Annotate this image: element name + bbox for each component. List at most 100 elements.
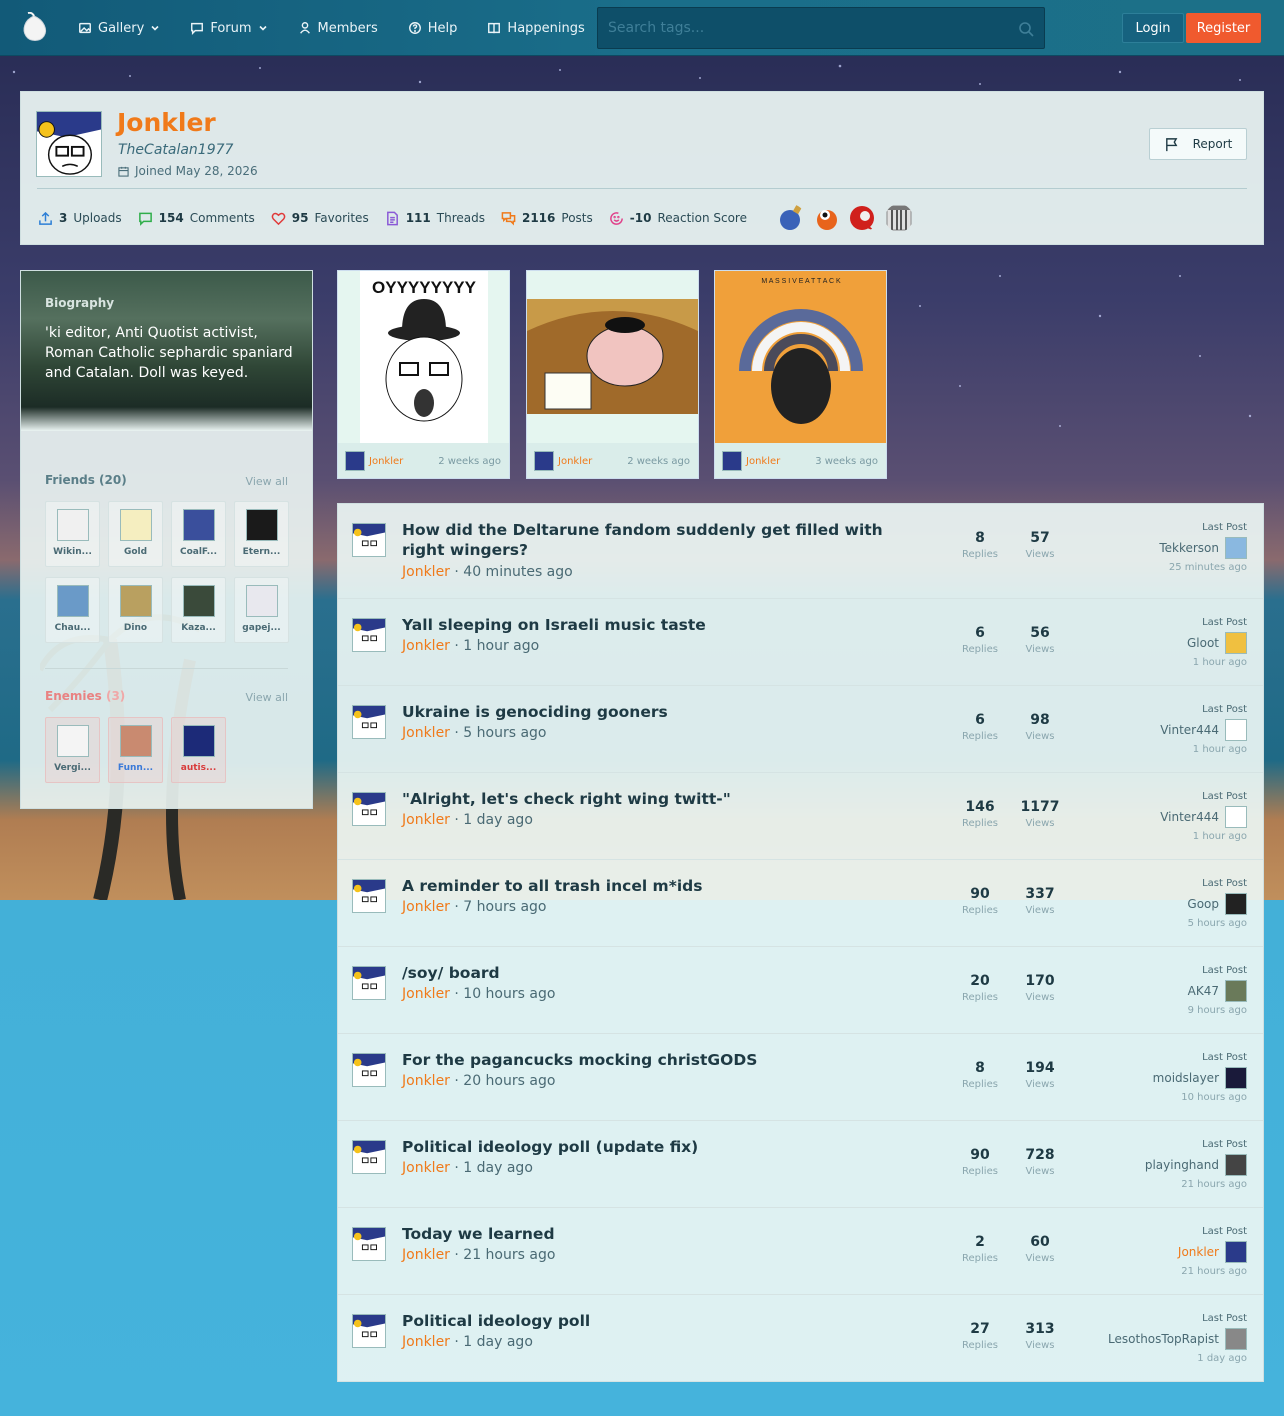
avatar[interactable] — [1225, 1067, 1247, 1089]
thread-title[interactable]: Today we learned — [402, 1224, 922, 1244]
thread-row[interactable]: Political ideology poll (update fix) Jonk… — [338, 1121, 1263, 1208]
nav-forum[interactable]: Forum — [190, 21, 267, 36]
avatar[interactable] — [1225, 719, 1247, 741]
friend-card[interactable]: Kaza... — [171, 577, 226, 643]
jail-trophy-icon[interactable] — [885, 204, 913, 232]
last-post-user[interactable]: Jonkler — [1178, 1245, 1219, 1259]
friends-view-all[interactable]: View all — [246, 475, 288, 488]
thread-title[interactable]: "Alright, let's check right wing twitt-" — [402, 789, 922, 809]
avatar[interactable] — [352, 792, 386, 826]
avatar[interactable] — [1225, 980, 1247, 1002]
thread-author[interactable]: Jonkler — [402, 725, 450, 741]
last-post-user[interactable]: playinghand — [1145, 1158, 1219, 1172]
thread-row[interactable]: A reminder to all trash incel m*ids Jonkl… — [338, 860, 1263, 947]
search-icon[interactable] — [1018, 21, 1034, 37]
thread-author[interactable]: Jonkler — [402, 986, 450, 1002]
thread-title[interactable]: For the pagancucks mocking christGODS — [402, 1050, 922, 1070]
thread-row[interactable]: /soy/ board Jonkler · 10 hours ago 20 Repli… — [338, 947, 1263, 1034]
avatar[interactable] — [352, 879, 386, 913]
search-input[interactable] — [608, 20, 1008, 36]
avatar[interactable] — [1225, 1154, 1247, 1176]
stat-threads[interactable]: 111 Threads — [385, 211, 485, 226]
thread-title[interactable]: How did the Deltarune fandom suddenly ge… — [402, 520, 922, 560]
eye-trophy-icon[interactable] — [813, 204, 841, 232]
friend-card[interactable]: gapej... — [234, 577, 289, 643]
avatar[interactable] — [352, 1314, 386, 1348]
nav-members[interactable]: Members — [298, 21, 378, 36]
enemy-card[interactable]: Vergi... — [45, 717, 100, 783]
thread-row[interactable]: "Alright, let's check right wing twitt-"… — [338, 773, 1263, 860]
thread-row[interactable]: Ukraine is genociding gooners Jonkler · 5… — [338, 686, 1263, 773]
report-button[interactable]: Report — [1149, 128, 1247, 160]
last-post-user[interactable]: Goop — [1187, 897, 1219, 911]
thread-author[interactable]: Jonkler — [402, 1247, 450, 1263]
thread-author[interactable]: Jonkler — [402, 1160, 450, 1176]
avatar[interactable] — [36, 111, 102, 177]
stat-posts[interactable]: 2116 Posts — [501, 211, 593, 226]
stat-comments[interactable]: 154 Comments — [138, 211, 255, 226]
avatar[interactable] — [1225, 1328, 1247, 1350]
thread-row[interactable]: Political ideology poll Jonkler · 1 day a… — [338, 1295, 1263, 1382]
thread-title[interactable]: Political ideology poll (update fix) — [402, 1137, 922, 1157]
enemies-view-all[interactable]: View all — [246, 691, 288, 704]
nav-gallery[interactable]: Gallery — [78, 21, 160, 36]
avatar[interactable] — [1225, 1241, 1247, 1263]
friend-card[interactable]: Wikin... — [45, 501, 100, 567]
last-post-user[interactable]: Vinter444 — [1160, 810, 1219, 824]
site-logo-icon[interactable] — [20, 12, 48, 44]
thread-title[interactable]: Political ideology poll — [402, 1311, 922, 1331]
friend-card[interactable]: CoalF... — [171, 501, 226, 567]
thread-author[interactable]: Jonkler — [402, 564, 450, 580]
friend-card[interactable]: Gold — [108, 501, 163, 567]
bomb-trophy-icon[interactable] — [777, 204, 805, 232]
upload-author[interactable]: Jonkler — [558, 456, 592, 467]
nav-happenings[interactable]: Happenings — [487, 21, 585, 36]
thread-row[interactable]: How did the Deltarune fandom suddenly ge… — [338, 504, 1263, 599]
friend-card[interactable]: Chau... — [45, 577, 100, 643]
avatar[interactable] — [352, 1227, 386, 1261]
thread-title[interactable]: Ukraine is genociding gooners — [402, 702, 922, 722]
speech-trophy-icon[interactable] — [849, 204, 877, 232]
thread-title[interactable]: A reminder to all trash incel m*ids — [402, 876, 922, 896]
avatar[interactable] — [1225, 806, 1247, 828]
login-button[interactable]: Login — [1122, 13, 1184, 43]
last-post-user[interactable]: Tekkerson — [1159, 541, 1219, 555]
last-post-user[interactable]: Vinter444 — [1160, 723, 1219, 737]
avatar[interactable] — [1225, 893, 1247, 915]
upload-card[interactable]: Jonkler 2 weeks ago — [526, 270, 699, 479]
thread-author[interactable]: Jonkler — [402, 1073, 450, 1089]
register-button[interactable]: Register — [1186, 13, 1261, 43]
avatar[interactable] — [352, 1140, 386, 1174]
stat-favorites[interactable]: 95 Favorites — [271, 211, 369, 226]
upload-author[interactable]: Jonkler — [746, 456, 780, 467]
thread-row[interactable]: For the pagancucks mocking christGODS Jon… — [338, 1034, 1263, 1121]
friend-card[interactable]: Dino — [108, 577, 163, 643]
last-post-user[interactable]: LesothosTopRapist — [1108, 1332, 1219, 1346]
avatar[interactable] — [352, 966, 386, 1000]
avatar[interactable] — [1225, 537, 1247, 559]
avatar[interactable] — [352, 523, 386, 557]
last-post-user[interactable]: AK47 — [1188, 984, 1219, 998]
enemy-card[interactable]: autis... — [171, 717, 226, 783]
enemy-card[interactable]: Funn... — [108, 717, 163, 783]
avatar[interactable] — [352, 618, 386, 652]
thread-author[interactable]: Jonkler — [402, 812, 450, 828]
nav-help[interactable]: Help — [408, 21, 457, 36]
thread-author[interactable]: Jonkler — [402, 1334, 450, 1350]
thread-title[interactable]: Yall sleeping on Israeli music taste — [402, 615, 922, 635]
last-post-user[interactable]: moidslayer — [1153, 1071, 1219, 1085]
thread-row[interactable]: Yall sleeping on Israeli music taste Jonk… — [338, 599, 1263, 686]
stat-reaction-score[interactable]: -10 Reaction Score — [609, 211, 747, 226]
avatar[interactable] — [1225, 632, 1247, 654]
thread-author[interactable]: Jonkler — [402, 638, 450, 654]
upload-card[interactable]: M A S S I V E A T T A C K Jonkler 3 weeks… — [714, 270, 887, 479]
upload-card[interactable]: OYYYYYYYY Jonkler 2 weeks ago — [337, 270, 510, 479]
avatar[interactable] — [352, 1053, 386, 1087]
thread-author[interactable]: Jonkler — [402, 899, 450, 915]
stat-uploads[interactable]: 3 Uploads — [38, 211, 122, 226]
upload-author[interactable]: Jonkler — [369, 456, 403, 467]
last-post-user[interactable]: Gloot — [1187, 636, 1219, 650]
thread-title[interactable]: /soy/ board — [402, 963, 922, 983]
avatar[interactable] — [352, 705, 386, 739]
friend-card[interactable]: Etern... — [234, 501, 289, 567]
